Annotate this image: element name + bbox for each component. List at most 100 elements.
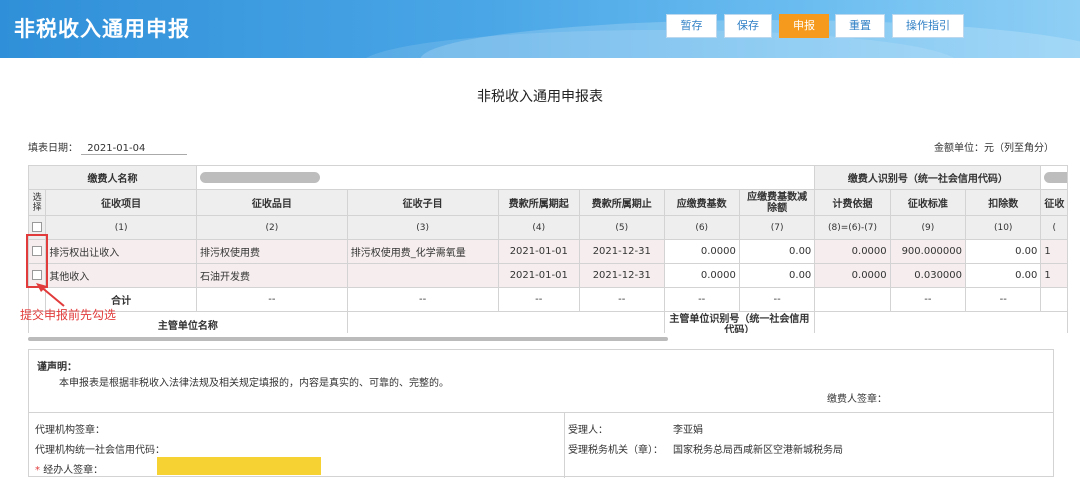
cell-standard: 0.030000 [889,263,967,288]
declaration-table: 缴费人名称 缴费人识别号（统一社会信用代码） 选择 征收项目 征收品目 征收子目… [28,165,1080,333]
redacted-value [1044,171,1067,183]
col-period-end: 费款所属期止 [578,189,665,216]
authority-name: 国家税务总局西咸新区空港新城税务局 [673,445,843,456]
col-subcategory: 征收子目 [346,189,499,216]
cell-basis: 0.0000 [814,263,891,288]
total-cell: -- [196,287,348,312]
handler-sign-label: * 经办人签章： [35,461,103,476]
total-cell: -- [889,287,967,312]
col-deduction: 扣除数 [965,189,1042,216]
cell-subcategory [346,263,499,288]
select-all-checkbox[interactable] [32,222,43,233]
declaration-text: 本申报表是根据非税收入法律法规及相关规定填报的，内容是真实的、可靠的、完整的。 [59,378,449,389]
total-cell: -- [663,287,740,312]
cell-deduct-base-input[interactable]: 0.00 [738,263,816,288]
cell-basis: 0.0000 [814,239,891,264]
total-cell: -- [738,287,816,312]
payer-signature-label: 缴费人签章： [827,394,887,405]
col-select: 选择 [28,189,47,216]
col-number: (9) [889,215,967,240]
total-row: 合计 -- -- -- -- -- -- -- -- [28,287,1068,312]
reset-button[interactable]: 重置 [835,14,885,38]
payer-name-label: 缴费人名称 [28,165,198,190]
cell-tail: 1 [1040,263,1068,288]
top-banner: 非税收入通用申报 暂存 保存 申报 重置 操作指引 [0,0,1080,58]
col-number: (1) [45,215,198,240]
required-marker: * [35,465,40,476]
save-button[interactable]: 保存 [724,14,772,38]
cell-standard: 900.000000 [889,239,967,264]
divider [29,412,1053,413]
col-period-start: 费款所属期起 [497,189,580,216]
declaration-section: 谨声明： 本申报表是根据非税收入法律法规及相关规定填报的，内容是真实的、可靠的、… [28,349,1054,478]
redacted-value [200,171,321,183]
col-levy: 征收 [1040,189,1068,216]
fill-date: 填表日期： 2021-01-04 [28,139,188,155]
form-title: 非税收入通用申报表 [477,89,603,105]
table-row: 排污权出让收入 排污权使用费 排污权使用费_化学需氧量 2021-01-01 2… [28,239,1068,264]
col-number: (7) [738,215,816,240]
cell-end: 2021-12-31 [578,263,665,288]
agent-sign-label: 代理机构签章： [35,425,105,436]
cell-deduct-base-input[interactable]: 0.00 [738,239,816,264]
col-number: (2) [196,215,348,240]
total-cell [814,287,891,312]
annotation-text: 提交申报前先勾选 [20,308,117,322]
table-row: 其他收入 石油开发费 2021-01-01 2021-12-31 0.0000 … [28,263,1068,288]
supervisor-value[interactable] [346,311,665,333]
col-item: 征收项目 [45,189,198,216]
col-number: (4) [497,215,580,240]
col-number: (3) [346,215,499,240]
payer-id-value [1040,165,1068,190]
cell-tail: 1 [1040,239,1068,264]
supervisor-id-label: 主管单位识别号（统一社会信用代码） [663,311,816,333]
cell-start: 2021-01-01 [497,239,580,264]
handler-sign-text: 经办人签章： [43,465,104,476]
total-cell: -- [965,287,1042,312]
col-number: (6) [663,215,740,240]
declare-button[interactable]: 申报 [779,14,829,38]
handler-sign-field[interactable] [157,457,321,475]
cell-end: 2021-12-31 [578,239,665,264]
authority-label: 受理税务机关（章）： [568,445,663,456]
horizontal-scrollbar[interactable] [28,337,668,341]
col-category: 征收品目 [196,189,348,216]
receiver-label: 受理人： [568,425,608,436]
divider [564,412,565,478]
receiver-name: 李亚娟 [673,425,703,436]
cell-start: 2021-01-01 [497,263,580,288]
col-number: (10) [965,215,1042,240]
col-number: (5) [578,215,665,240]
app-title: 非税收入通用申报 [14,17,190,41]
supervisor-row: 主管单位名称 主管单位识别号（统一社会信用代码） [28,311,1068,333]
declaration-title: 谨声明： [37,362,77,373]
col-basis: 计费依据 [814,189,891,216]
fill-date-label: 填表日期： [28,143,78,154]
col-base-deduction: 应缴费基数减除额 [738,189,816,216]
supervisor-id-value[interactable] [814,311,1068,333]
cell-subcategory: 排污权使用费_化学需氧量 [346,239,499,264]
temp-save-button[interactable]: 暂存 [666,14,717,38]
total-cell: -- [497,287,580,312]
total-cell: -- [578,287,665,312]
payer-id-label: 缴费人识别号（统一社会信用代码） [814,165,1042,190]
cell-item: 排污权出让收入 [45,239,198,264]
col-standard: 征收标准 [889,189,967,216]
col-number: ( [1040,215,1068,240]
fill-date-field[interactable]: 2021-01-04 [81,143,188,155]
amount-unit: 金额单位：元（列至角分） [934,143,1054,154]
total-cell [1040,287,1068,312]
guide-button[interactable]: 操作指引 [892,14,964,38]
agent-code-label: 代理机构统一社会信用代码： [35,445,165,456]
cell-base-input[interactable]: 0.0000 [663,239,740,264]
cell-category: 石油开发费 [196,263,348,288]
col-base: 应缴费基数 [663,189,740,216]
total-cell: -- [346,287,499,312]
cell-category: 排污权使用费 [196,239,348,264]
payer-name-value [196,165,816,190]
cell-deduction-input[interactable]: 0.00 [965,263,1042,288]
cell-deduction-input[interactable]: 0.00 [965,239,1042,264]
annotation-highlight-box [26,234,48,288]
cell-base-input[interactable]: 0.0000 [663,263,740,288]
col-number: (8)=(6)-(7) [814,215,891,240]
